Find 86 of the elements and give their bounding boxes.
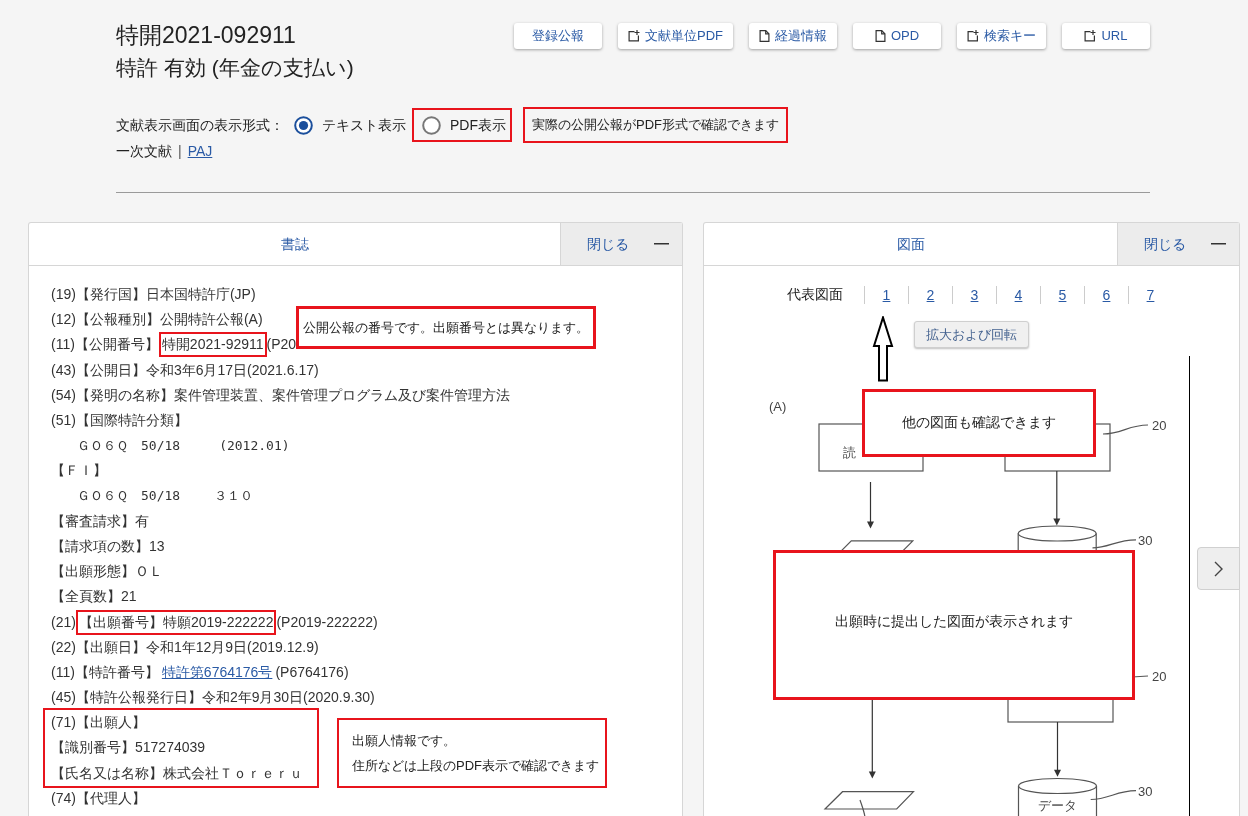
radio-option[interactable]: PDF表示: [412, 108, 512, 142]
highlighted-text: 特開2021-92911: [158, 332, 267, 358]
paj-link[interactable]: PAJ: [187, 140, 213, 162]
reference-number: 20: [1152, 668, 1167, 684]
reference-number: 30: [1138, 783, 1153, 799]
primary-documents-label: 一次文献: [116, 141, 172, 161]
bibliography-text: (71)【出願人】: [51, 713, 146, 733]
bibliography-text: (11)【公開番号】: [51, 335, 159, 355]
bibliography-text: (P6764176): [275, 662, 349, 682]
document-icon: [759, 30, 770, 42]
flow-arrow: [867, 481, 874, 529]
bibliography-text: (54)【発明の名称】案件管理装置、案件管理プログラム及び案件管理方法: [51, 385, 510, 405]
action-button[interactable]: 文献単位PDF: [618, 23, 733, 49]
bibliography-text: 【全頁数】21: [51, 587, 137, 607]
format-label: 文献表示画面の表示形式：: [116, 115, 284, 135]
reference-number: 20: [1152, 417, 1167, 433]
page-link[interactable]: 3: [952, 285, 996, 304]
leader-line: [1102, 424, 1149, 435]
callout-note: 他の図面も確認できます: [862, 388, 1096, 457]
bibliography-text: 【出願形態】ＯＬ: [51, 562, 163, 582]
bibliography-text: (43)【公開日】令和3年6月17日(2021.6.17): [51, 360, 319, 380]
radio-option[interactable]: テキスト表示: [284, 108, 412, 142]
separator-text: |: [178, 141, 182, 161]
cylinder-label: データ: [1038, 797, 1077, 813]
bibliography-text: (21): [51, 612, 76, 632]
leader-line: [1091, 539, 1137, 549]
status-text: 特許 有効 (年金の支払い): [116, 55, 354, 81]
close-button[interactable]: 閉じる: [587, 233, 629, 255]
highlighted-text: 【出願番号】特願2019-222222: [75, 609, 277, 635]
minimize-icon[interactable]: [654, 243, 669, 245]
bibliography-text: 【審査請求】有: [51, 511, 149, 531]
bibliography-text: (45)【特許公報発行日】令和2年9月30日(2020.9.30): [51, 688, 375, 708]
bibliography-text: 【氏名又は名称】株式会社Ｔｏｒｅｒｕ: [51, 763, 303, 783]
box-label: 読: [843, 444, 856, 460]
minimize-icon[interactable]: [1211, 243, 1226, 245]
bibliography-text: (19)【発行国】日本国特許庁(JP): [51, 285, 256, 305]
document-title: 特開2021-092911: [116, 21, 296, 50]
figure-caption: (A): [769, 398, 787, 414]
note-text: 住所などは上段のPDF表示で確認できます: [352, 757, 599, 776]
plus-box-icon: [628, 30, 640, 42]
action-button[interactable]: OPD: [853, 23, 941, 49]
reference-number: 30: [1138, 532, 1153, 548]
action-button[interactable]: 検索キー: [957, 23, 1046, 49]
action-button[interactable]: URL: [1062, 23, 1150, 49]
bibliography-text: (P20: [266, 335, 297, 355]
page-link[interactable]: 7: [1128, 285, 1172, 304]
action-button[interactable]: 登録公報: [514, 23, 602, 49]
bibliography-text: (P2019-222222): [276, 612, 378, 632]
leader-line: [859, 799, 866, 816]
plus-box-icon: [967, 30, 979, 42]
chevron-right-icon: [1214, 560, 1223, 577]
panel-title: 図面: [895, 234, 926, 254]
callout-note: 実際の公開公報がPDF形式で確認できます: [523, 107, 788, 143]
note-text: 出願人情報です。: [352, 731, 456, 750]
patent-link[interactable]: 特許第6764176号: [158, 661, 276, 683]
bibliography-text: 【識別番号】517274039: [51, 738, 206, 758]
bibliography-text: (22)【出願日】令和1年12月9日(2019.12.9): [51, 637, 319, 657]
plus-box-icon: [1084, 30, 1097, 42]
page-link[interactable]: 4: [996, 285, 1040, 304]
action-button[interactable]: 経過情報: [749, 23, 837, 49]
representative-label: 代表図面: [787, 285, 843, 305]
bibliography-text: 【請求項の数】13: [51, 536, 165, 556]
bibliography-text: (11)【特許番号】: [51, 662, 159, 682]
page-link[interactable]: 2: [908, 285, 952, 304]
callout-note: 公開公報の番号です。出願番号とは異なります。: [296, 306, 597, 350]
bibliography-text: (74)【代理人】: [51, 788, 146, 808]
callout-note: 出願時に提出した図面が表示されます: [773, 549, 1135, 700]
panel-title: 書誌: [279, 234, 310, 254]
page-link[interactable]: 6: [1084, 285, 1128, 304]
page-link[interactable]: 1: [864, 285, 908, 304]
bibliography-text: ＧＯ６Ｑ 50/18 ３１０: [77, 487, 253, 506]
zoom-rotate-button[interactable]: 拡大および回転: [914, 320, 1029, 348]
page-link[interactable]: 5: [1040, 285, 1084, 304]
bibliography-text: ＧＯ６Ｑ 50/18 (2012.01): [77, 436, 290, 455]
radio-icon[interactable]: [422, 115, 441, 135]
document-icon: [874, 30, 886, 42]
leader-line: [1090, 790, 1137, 800]
bibliography-text: (51)【国際特許分類】: [51, 411, 188, 431]
flow-arrow: [1053, 470, 1061, 526]
flow-arrow: [1054, 721, 1061, 777]
next-button[interactable]: [1197, 547, 1240, 590]
up-arrow-icon: [872, 316, 894, 382]
radio-icon[interactable]: [294, 115, 313, 135]
bibliography-text: 【ＦＩ】: [51, 461, 107, 481]
bibliography-text: (12)【公報種別】公開特許公報(A): [51, 310, 263, 330]
close-button[interactable]: 閉じる: [1144, 233, 1186, 255]
